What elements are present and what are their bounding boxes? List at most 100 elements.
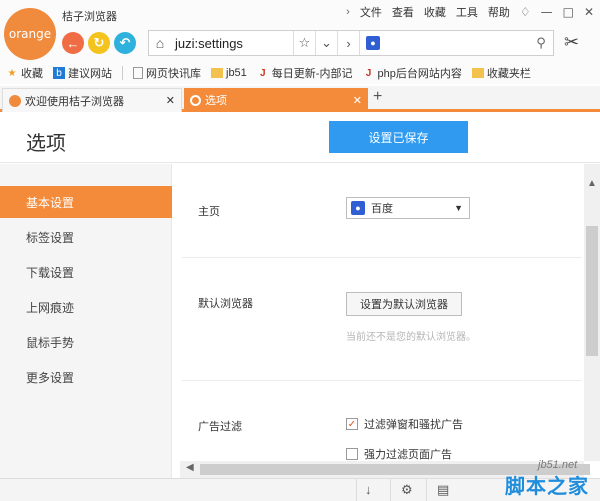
folder-icon [471, 68, 484, 78]
divider [182, 380, 582, 381]
download-icon[interactable]: ↓ [365, 482, 372, 497]
skin-icon[interactable]: ♢ [520, 5, 531, 19]
refresh-icon: ↻ [93, 35, 105, 50]
homepage-select[interactable]: ● 百度 ▼ [346, 197, 470, 219]
menu-chevron-icon[interactable]: › [346, 6, 350, 18]
undo-icon: ↶ [119, 35, 131, 50]
close-tab-icon[interactable]: ✕ [166, 94, 175, 107]
sidebar-item-history[interactable]: 上网痕迹 [0, 291, 172, 323]
search-input[interactable]: ● [359, 31, 529, 55]
divider [182, 257, 582, 258]
sidebar-item-basic[interactable]: 基本设置 [0, 186, 172, 218]
paw-icon: ● [351, 201, 365, 215]
status-divider [390, 479, 391, 501]
bookmark-favorites-bar[interactable]: 收藏夹栏 [471, 65, 531, 81]
jb-icon: J [260, 67, 266, 79]
bookmark-php-admin[interactable]: Jphp后台网站内容 [362, 65, 462, 81]
set-default-browser-button[interactable]: 设置为默认浏览器 [346, 292, 462, 316]
chevron-down-icon[interactable]: ⌄ [315, 31, 337, 55]
orange-logo-icon [190, 94, 201, 106]
folder-icon [211, 68, 223, 78]
orange-logo-icon [9, 94, 21, 107]
status-divider [356, 479, 357, 501]
dropdown-caret-icon: ▼ [454, 203, 463, 213]
bookmark-label: 收藏夹栏 [486, 68, 531, 80]
close-icon[interactable]: ✕ [584, 5, 594, 19]
sidebar-item-mouse-gestures[interactable]: 鼠标手势 [0, 326, 172, 358]
vertical-scrollbar[interactable]: ▲ [584, 164, 600, 461]
bookmark-label: 每日更新-内部记 [271, 68, 353, 80]
status-divider [426, 479, 427, 501]
settings-saved-button[interactable]: 设置已保存 [329, 121, 468, 153]
new-tab-button[interactable]: + [373, 88, 382, 106]
default-browser-label: 默认浏览器 [198, 298, 253, 310]
bookmark-label: 建议网站 [68, 68, 112, 80]
sidebar-item-download[interactable]: 下载设置 [0, 256, 172, 288]
bookmark-label: 收藏 [21, 68, 43, 80]
checkbox-label: 过滤弹窗和骚扰广告 [364, 419, 463, 431]
bookmark-label: php后台网站内容 [377, 68, 462, 80]
tab-welcome[interactable]: 欢迎使用桔子浏览器 ✕ [2, 88, 182, 112]
bookmark-label: 网页快讯库 [146, 68, 201, 80]
tab-options[interactable]: 选项 ✕ [184, 88, 368, 112]
go-forward-icon[interactable]: › [337, 31, 359, 55]
scroll-up-icon[interactable]: ▲ [584, 178, 600, 189]
sidebar-item-tabs[interactable]: 标签设置 [0, 221, 172, 253]
refresh-button[interactable]: ↻ [88, 32, 110, 54]
bookmark-suggested-sites[interactable]: b 建议网站 [53, 65, 112, 81]
home-icon[interactable]: ⌂ [149, 35, 171, 51]
jb-icon: J [365, 67, 372, 79]
filter-page-ads-checkbox[interactable]: 强力过滤页面广告 [346, 446, 452, 461]
paw-icon[interactable]: ● [366, 36, 380, 50]
scissors-icon[interactable]: ✂ [564, 32, 579, 53]
homepage-label: 主页 [198, 206, 220, 218]
tab-label: 欢迎使用桔子浏览器 [25, 95, 124, 108]
title-bar: orange 桔子浏览器 ← ↻ ↶ › 文件 查看 收藏 工具 帮助 ♢ — … [0, 0, 600, 62]
url-input[interactable]: juzi:settings [171, 36, 293, 51]
app-title: 桔子浏览器 [62, 11, 117, 23]
ad-filter-label: 广告过滤 [198, 421, 242, 433]
bookmark-favorites[interactable]: ★ 收藏 [6, 65, 43, 81]
filter-popup-ads-checkbox[interactable]: ✓ 过滤弹窗和骚扰广告 [346, 416, 463, 432]
homepage-value: 百度 [371, 203, 393, 215]
gear-icon[interactable]: ⚙ [401, 482, 413, 498]
logo-text: orange [8, 27, 52, 41]
back-button[interactable]: ← [62, 32, 84, 54]
address-bar: ⌂ juzi:settings ☆ ⌄ › ● ⚲ [148, 30, 554, 56]
arrow-left-icon: ← [66, 35, 80, 51]
bookmark-daily-update[interactable]: J 每日更新-内部记 [257, 65, 353, 81]
default-browser-hint: 当前还不是您的默认浏览器。 [346, 332, 476, 343]
menu-tools[interactable]: 工具 [456, 4, 478, 20]
sidebar-item-more[interactable]: 更多设置 [0, 361, 172, 393]
screen-icon[interactable]: ▤ [437, 482, 449, 498]
scroll-thumb[interactable] [586, 226, 598, 356]
tab-label: 选项 [205, 95, 227, 107]
close-tab-icon[interactable]: ✕ [353, 94, 362, 107]
browser-logo[interactable]: orange [4, 8, 56, 60]
menu-file[interactable]: 文件 [360, 4, 382, 20]
undo-close-button[interactable]: ↶ [114, 32, 136, 54]
bookmarks-bar: ★ 收藏 b 建议网站 网页快讯库 jb51 J 每日更新-内部记 Jphp后台网站内… [0, 62, 600, 84]
bookmark-separator [122, 66, 123, 80]
checkmark-icon: ✓ [346, 418, 358, 430]
scroll-left-icon[interactable]: ◀ [186, 462, 194, 473]
star-icon: ★ [7, 67, 17, 79]
tab-strip: 欢迎使用桔子浏览器 ✕ 选项 ✕ + [0, 86, 600, 112]
checkbox-label: 强力过滤页面广告 [364, 449, 452, 461]
page-title: 选项 [26, 133, 66, 155]
bookmark-star-icon[interactable]: ☆ [293, 31, 315, 55]
minimize-icon[interactable]: — [541, 5, 553, 19]
maximize-icon[interactable]: □ [563, 5, 574, 19]
bookmark-web-slices[interactable]: 网页快讯库 [133, 65, 201, 81]
menu-bar: › 文件 查看 收藏 工具 帮助 ♢ — □ ✕ [346, 4, 594, 20]
watermark-logo: 脚本之家 [505, 476, 589, 498]
bookmark-jb51[interactable]: jb51 [211, 67, 247, 79]
bing-icon: b [53, 67, 65, 79]
search-icon[interactable]: ⚲ [529, 35, 553, 51]
menu-favorites[interactable]: 收藏 [424, 4, 446, 20]
page-header: 选项 设置已保存 [0, 113, 600, 163]
bookmark-label: jb51 [226, 67, 247, 79]
menu-help[interactable]: 帮助 [488, 4, 510, 20]
menu-view[interactable]: 查看 [392, 4, 414, 20]
plus-icon: + [373, 88, 383, 105]
